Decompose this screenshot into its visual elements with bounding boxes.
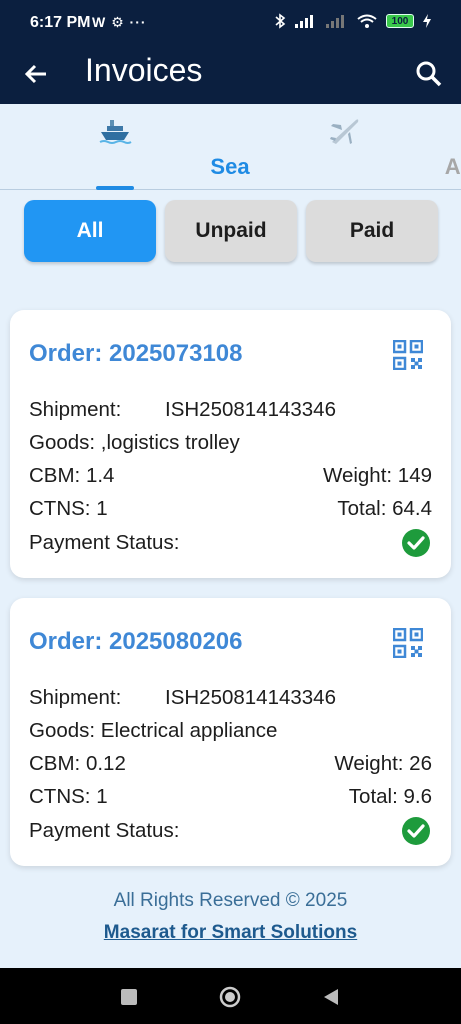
invoice-card[interactable]: Order: 2025080206 Shipment: ISH250814143… bbox=[10, 598, 451, 866]
cbm-weight-row: CBM: 1.4 Weight: 149 bbox=[29, 464, 432, 488]
cbm-text: CBM: 0.12 bbox=[29, 752, 126, 775]
copyright-text: All Rights Reserved © 2025 bbox=[113, 890, 348, 911]
invoice-card[interactable]: Order: 2025073108 Shipment: ISH250814143… bbox=[10, 310, 451, 578]
home-icon[interactable] bbox=[219, 986, 241, 1008]
active-tab-indicator bbox=[96, 186, 134, 190]
status-time: 6:17 PM bbox=[30, 14, 91, 31]
weight-text: Weight: 149 bbox=[322, 464, 432, 487]
company-link[interactable]: Masarat for Smart Solutions bbox=[0, 922, 461, 944]
ctns-text: CTNS: 1 bbox=[29, 785, 108, 808]
app-bar: Invoices bbox=[0, 48, 461, 104]
recents-icon[interactable] bbox=[118, 986, 140, 1008]
bluetooth-icon bbox=[275, 13, 286, 29]
status-right: 100 bbox=[274, 13, 431, 29]
status-bar: 6:17 PM W ⚙ ··· 100 bbox=[0, 0, 461, 48]
shipment-row: Shipment: ISH250814143346 bbox=[29, 398, 432, 422]
tab-sea[interactable]: Sea bbox=[0, 104, 250, 190]
goods-text: Goods: ,logistics trolley bbox=[29, 431, 240, 454]
payment-status-label: Payment Status: bbox=[29, 531, 180, 554]
footer: All Rights Reserved © 2025 Masarat for S… bbox=[0, 890, 461, 944]
ship-icon bbox=[99, 120, 132, 144]
goods-row: Goods: ,logistics trolley bbox=[29, 431, 432, 455]
ctns-total-row: CTNS: 1 Total: 64.4 bbox=[29, 497, 432, 521]
shipment-label: Shipment: bbox=[29, 686, 122, 709]
page-title: Invoices bbox=[85, 52, 203, 88]
weight-text: Weight: 26 bbox=[334, 752, 432, 775]
filter-all-button[interactable]: All bbox=[24, 200, 156, 262]
notification-icons: W ⚙ ··· bbox=[92, 14, 147, 30]
system-nav-bar bbox=[0, 968, 461, 1024]
payment-status-label: Payment Status: bbox=[29, 819, 180, 842]
ctns-total-row: CTNS: 1 Total: 9.6 bbox=[29, 785, 432, 809]
airplane-icon bbox=[330, 119, 359, 144]
total-text: Total: 9.6 bbox=[348, 785, 432, 808]
battery-icon: 100 bbox=[386, 14, 414, 28]
wifi-icon bbox=[357, 14, 377, 28]
total-text: Total: 64.4 bbox=[337, 497, 432, 520]
arrow-back-icon[interactable] bbox=[18, 56, 54, 92]
ctns-text: CTNS: 1 bbox=[29, 497, 108, 520]
goods-row: Goods: Electrical appliance bbox=[29, 719, 432, 743]
order-number: Order: 2025080206 bbox=[29, 628, 243, 655]
cbm-weight-row: CBM: 0.12 Weight: 26 bbox=[29, 752, 432, 776]
transport-tabs: Sea Air bbox=[0, 104, 461, 190]
qr-code-icon[interactable] bbox=[393, 340, 423, 370]
back-nav-icon[interactable] bbox=[320, 986, 342, 1008]
goods-text: Goods: Electrical appliance bbox=[29, 719, 278, 742]
paid-check-icon bbox=[402, 529, 430, 557]
filter-buttons: All Unpaid Paid bbox=[24, 200, 438, 262]
charging-icon bbox=[423, 14, 431, 28]
filter-paid-button[interactable]: Paid bbox=[306, 200, 438, 262]
payment-status-row: Payment Status: bbox=[29, 819, 432, 843]
qr-code-icon[interactable] bbox=[393, 628, 423, 658]
shipment-value: ISH250814143346 bbox=[165, 398, 336, 421]
order-number: Order: 2025073108 bbox=[29, 340, 243, 367]
tab-air[interactable]: Air bbox=[230, 104, 461, 190]
top-bar: 6:17 PM W ⚙ ··· 100 Invoices bbox=[0, 0, 461, 104]
shipment-row: Shipment: ISH250814143346 bbox=[29, 686, 432, 710]
signal-weak-icon bbox=[326, 15, 344, 28]
shipment-value: ISH250814143346 bbox=[165, 686, 336, 709]
filter-unpaid-button[interactable]: Unpaid bbox=[165, 200, 297, 262]
tab-air-label: Air bbox=[444, 154, 461, 179]
shipment-label: Shipment: bbox=[29, 398, 122, 421]
payment-status-row: Payment Status: bbox=[29, 531, 432, 555]
cbm-text: CBM: 1.4 bbox=[29, 464, 115, 487]
signal-icon bbox=[295, 15, 313, 28]
search-icon[interactable] bbox=[411, 56, 447, 92]
paid-check-icon bbox=[402, 817, 430, 845]
